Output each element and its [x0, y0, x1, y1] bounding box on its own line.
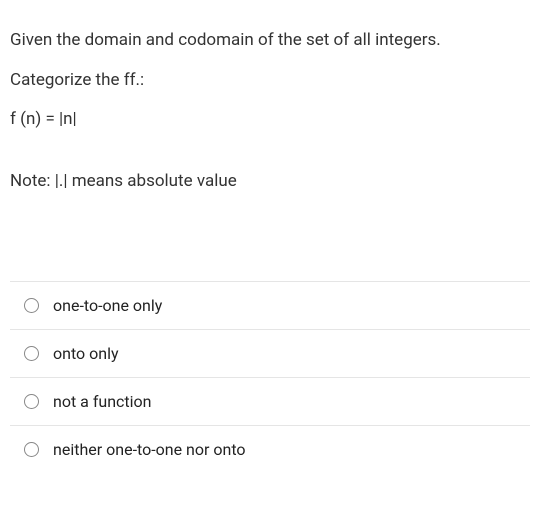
- question-line-2: Categorize the ff.:: [10, 68, 530, 94]
- radio-icon: [24, 298, 39, 313]
- option-row[interactable]: not a function: [10, 378, 530, 426]
- question-note: Note: |.| means absolute value: [10, 171, 530, 191]
- option-row[interactable]: onto only: [10, 330, 530, 378]
- question-stem: Given the domain and codomain of the set…: [10, 28, 530, 133]
- option-label: neither one-to-one nor onto: [53, 440, 246, 459]
- options-list: one-to-one only onto only not a function…: [10, 281, 530, 473]
- radio-icon: [24, 346, 39, 361]
- question-line-1: Given the domain and codomain of the set…: [10, 28, 530, 54]
- option-label: onto only: [53, 344, 119, 363]
- option-label: one-to-one only: [53, 296, 162, 315]
- radio-icon: [24, 442, 39, 457]
- option-row[interactable]: one-to-one only: [10, 282, 530, 330]
- option-row[interactable]: neither one-to-one nor onto: [10, 426, 530, 473]
- option-label: not a function: [53, 392, 152, 411]
- question-line-3: f (n) = |n|: [10, 107, 530, 133]
- radio-icon: [24, 394, 39, 409]
